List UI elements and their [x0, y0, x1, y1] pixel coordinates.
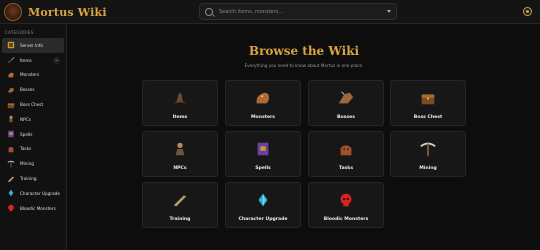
card-label: Spells [255, 166, 271, 171]
sidebar-item-mining[interactable]: Mining [2, 156, 64, 171]
sidebar-item-label: Server Info [20, 42, 43, 48]
sidebar-item-spells[interactable]: Spells [2, 127, 64, 142]
monster-icon [8, 72, 14, 78]
training-icon [7, 176, 15, 182]
card-monsters[interactable]: Monsters [225, 80, 301, 126]
card-items[interactable]: Items [142, 80, 218, 126]
boss-icon [338, 91, 354, 104]
sidebar-item-label: Monsters [20, 72, 40, 78]
sidebar-item-label: Bosses [20, 87, 35, 93]
chevron-down-icon[interactable]: ⌄ [53, 56, 60, 64]
app-title: Mortus Wiki [28, 5, 107, 19]
chevron-down-icon[interactable] [387, 10, 391, 13]
red-skull-icon [340, 193, 352, 207]
sidebar-item-monsters[interactable]: Monsters [2, 68, 64, 83]
card-spells[interactable]: Spells [225, 131, 301, 177]
hat-icon [173, 92, 187, 104]
sword-icon [7, 56, 15, 64]
chest-icon [7, 102, 15, 108]
card-boss-chest[interactable]: Boss Chest [390, 80, 466, 126]
mortus-logo-icon [4, 3, 22, 21]
sidebar-item-label: Tasks [20, 146, 32, 152]
sidebar-item-label: NPCs [20, 116, 31, 122]
card-label: Training [169, 217, 191, 222]
sidebar-item-label: Mining [20, 161, 34, 167]
sidebar-item-bosses[interactable]: Bosses [2, 82, 64, 97]
sidebar-item-label: Character Upgrade [20, 190, 60, 196]
sidebar-item-bloodic-monsters[interactable]: Bloodic Monsters [2, 201, 64, 216]
card-bosses[interactable]: Bosses [308, 80, 384, 126]
sidebar-item-server-info[interactable]: Server Info [2, 38, 64, 53]
top-bar: Mortus Wiki [0, 0, 540, 24]
search-bar[interactable] [199, 3, 397, 20]
main-content: Browse the Wiki Everything you need to k… [68, 24, 540, 250]
monster-icon [256, 92, 269, 104]
npc-icon [9, 116, 13, 123]
page-subtitle: Everything you need to know about Mortus… [244, 63, 364, 68]
card-label: Tasks [338, 166, 354, 171]
card-character-upgrade[interactable]: Character Upgrade [225, 182, 301, 228]
boss-icon [7, 87, 15, 93]
training-icon [173, 195, 187, 207]
theme-toggle-icon[interactable] [523, 7, 532, 16]
page-title: Browse the Wiki [248, 44, 360, 58]
card-label: Bosses [337, 115, 355, 120]
task-icon [8, 146, 14, 153]
sidebar-item-label: Training [20, 176, 37, 182]
red-skull-icon [8, 204, 14, 212]
crystal-icon [8, 190, 14, 197]
sidebar-item-label: Boss Chest [20, 102, 44, 108]
card-label: Bloodic Monsters [323, 217, 369, 222]
pickaxe-icon [7, 160, 15, 167]
card-label: NPCs [173, 166, 187, 171]
card-tasks[interactable]: Tasks [308, 131, 384, 177]
crystal-icon [258, 193, 268, 207]
card-npcs[interactable]: NPCs [142, 131, 218, 177]
pickaxe-icon [420, 142, 436, 157]
sidebar-heading: CATEGORIES [5, 30, 34, 35]
brand[interactable]: Mortus Wiki [4, 3, 107, 21]
task-icon [340, 145, 352, 156]
sidebar-item-label: Spells [20, 131, 33, 137]
npc-icon [175, 142, 185, 156]
sidebar-item-items[interactable]: Items ⌄ [2, 53, 64, 68]
spellbook-icon [257, 142, 269, 156]
sidebar-item-character-upgrade[interactable]: Character Upgrade [2, 186, 64, 201]
spellbook-icon [8, 130, 14, 138]
sidebar-item-training[interactable]: Training [2, 171, 64, 186]
search-icon [205, 7, 213, 16]
card-label: Character Upgrade [238, 217, 288, 222]
sidebar-item-boss-chest[interactable]: Boss Chest [2, 97, 64, 112]
book-icon [7, 42, 15, 49]
chest-icon [421, 94, 435, 105]
card-training[interactable]: Training [142, 182, 218, 228]
search-input[interactable] [219, 8, 383, 15]
sidebar: CATEGORIES Server Info Items ⌄ Monsters … [0, 24, 67, 250]
card-label: Mining [419, 166, 437, 171]
sidebar-item-tasks[interactable]: Tasks [2, 142, 64, 157]
sidebar-item-npcs[interactable]: NPCs [2, 112, 64, 127]
card-label: Monsters [250, 115, 276, 120]
card-mining[interactable]: Mining [390, 131, 466, 177]
card-label: Boss Chest [413, 115, 443, 120]
sidebar-item-label: Bloodic Monsters [20, 205, 56, 211]
sidebar-item-label: Items [20, 57, 32, 63]
card-label: Items [172, 115, 188, 120]
card-bloodic-monsters[interactable]: Bloodic Monsters [308, 182, 384, 228]
